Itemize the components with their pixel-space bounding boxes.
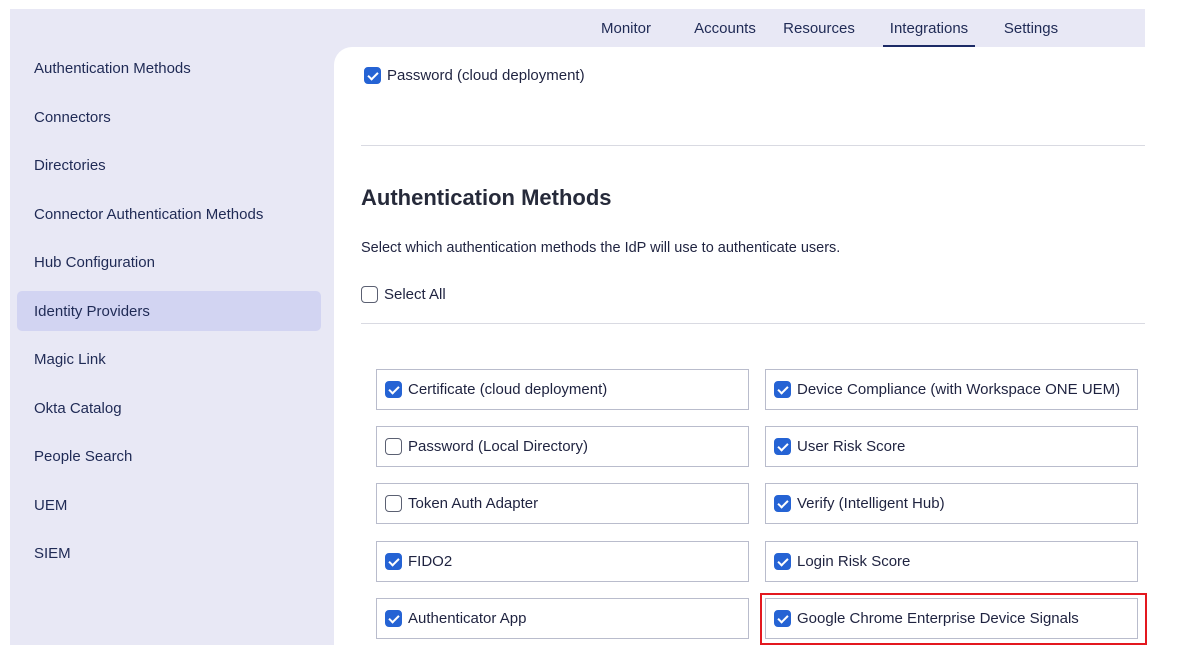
checkbox-checked[interactable] — [385, 381, 402, 398]
method-label: Device Compliance (with Workspace ONE UE… — [797, 381, 1121, 398]
checkbox-checked[interactable] — [774, 553, 791, 570]
tab-integrations[interactable]: Integrations — [883, 9, 975, 48]
method-label: Token Auth Adapter — [408, 495, 539, 512]
sidebar-item-uem[interactable]: UEM — [17, 485, 321, 525]
sidebar-item-directories[interactable]: Directories — [17, 145, 321, 185]
tab-settings[interactable]: Settings — [1000, 9, 1062, 47]
main-content: Password (cloud deployment) Authenticati… — [334, 47, 1145, 645]
checkbox-checked[interactable] — [385, 553, 402, 570]
divider — [361, 323, 1145, 324]
method-label: Certificate (cloud deployment) — [408, 381, 608, 398]
sidebar-item-connector-authentication-methods[interactable]: Connector Authentication Methods — [17, 194, 321, 234]
sidebar-item-identity-providers[interactable]: Identity Providers — [17, 291, 321, 331]
checkbox-checked[interactable] — [774, 381, 791, 398]
checkbox-unchecked[interactable] — [385, 438, 402, 455]
sidebar-item-siem[interactable]: SIEM — [17, 533, 321, 573]
checkbox-checked[interactable] — [774, 610, 791, 627]
section-description: Select which authentication methods the … — [361, 240, 841, 256]
method-token-auth-adapter[interactable]: Token Auth Adapter — [376, 483, 749, 524]
app-shell: Monitor Accounts Resources Integrations … — [10, 9, 1145, 645]
checkbox-checked[interactable] — [364, 67, 381, 84]
sidebar-item-authentication-methods[interactable]: Authentication Methods — [17, 48, 321, 88]
checkbox-checked[interactable] — [774, 438, 791, 455]
section-title: Authentication Methods — [361, 185, 612, 210]
checkbox-unchecked[interactable] — [361, 286, 378, 303]
tab-accounts[interactable]: Accounts — [685, 9, 765, 47]
sidebar-item-magic-link[interactable]: Magic Link — [17, 339, 321, 379]
sidebar-item-people-search[interactable]: People Search — [17, 436, 321, 476]
method-label: Authenticator App — [408, 610, 527, 627]
option-label: Password (cloud deployment) — [387, 67, 585, 84]
method-label: FIDO2 — [408, 553, 453, 570]
tab-monitor[interactable]: Monitor — [590, 9, 662, 47]
select-all-option[interactable]: Select All — [361, 286, 446, 303]
method-password-local-directory[interactable]: Password (Local Directory) — [376, 426, 749, 467]
method-label: Login Risk Score — [797, 553, 911, 570]
method-device-compliance[interactable]: Device Compliance (with Workspace ONE UE… — [765, 369, 1138, 410]
method-label: Verify (Intelligent Hub) — [797, 495, 945, 512]
select-all-label: Select All — [384, 286, 446, 303]
checkbox-unchecked[interactable] — [385, 495, 402, 512]
method-certificate-cloud[interactable]: Certificate (cloud deployment) — [376, 369, 749, 410]
checkbox-checked[interactable] — [385, 610, 402, 627]
method-verify-intelligent-hub[interactable]: Verify (Intelligent Hub) — [765, 483, 1138, 524]
method-label: Password (Local Directory) — [408, 438, 589, 455]
password-cloud-option[interactable]: Password (cloud deployment) — [364, 67, 585, 84]
method-fido2[interactable]: FIDO2 — [376, 541, 749, 582]
divider — [361, 145, 1145, 146]
method-login-risk-score[interactable]: Login Risk Score — [765, 541, 1138, 582]
sidebar-item-okta-catalog[interactable]: Okta Catalog — [17, 388, 321, 428]
method-user-risk-score[interactable]: User Risk Score — [765, 426, 1138, 467]
top-navigation: Monitor Accounts Resources Integrations … — [10, 9, 1145, 48]
sidebar-item-hub-configuration[interactable]: Hub Configuration — [17, 242, 321, 282]
sidebar: Authentication Methods Connectors Direct… — [10, 47, 332, 645]
method-authenticator-app[interactable]: Authenticator App — [376, 598, 749, 639]
method-label: User Risk Score — [797, 438, 906, 455]
sidebar-item-connectors[interactable]: Connectors — [17, 97, 321, 137]
checkbox-checked[interactable] — [774, 495, 791, 512]
method-google-chrome-enterprise-device-signals[interactable]: Google Chrome Enterprise Device Signals — [765, 598, 1138, 639]
tab-resources[interactable]: Resources — [780, 9, 858, 47]
method-label: Google Chrome Enterprise Device Signals — [797, 610, 1079, 627]
